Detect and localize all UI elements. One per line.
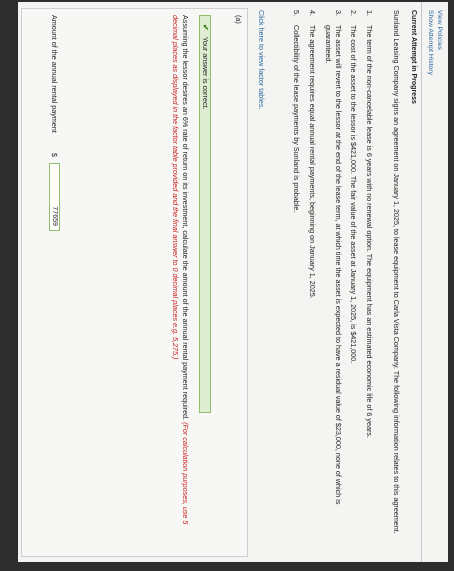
answer-row: Amount of the annual rental payment $ 77… bbox=[49, 15, 60, 231]
currency-symbol: $ bbox=[50, 152, 60, 157]
list-item: 2. The cost of the asset to the lessor is… bbox=[349, 10, 359, 540]
status-text: Your answer is correct. bbox=[200, 36, 210, 110]
question-prompt: Assuming the lessor desires an 6% rate o… bbox=[181, 15, 190, 421]
item-text: The agreement requires equal annual rent… bbox=[308, 25, 318, 299]
top-nav: View Policies Show Attempt History bbox=[426, 10, 444, 75]
factor-tables-link[interactable]: Click here to view factor tables. bbox=[256, 10, 266, 109]
divider bbox=[421, 2, 422, 562]
assignment-page: View Policies Show Attempt History Curre… bbox=[18, 2, 448, 562]
question-text: Assuming the lessor desires an 6% rate o… bbox=[171, 15, 190, 540]
screenshot-frame: View Policies Show Attempt History Curre… bbox=[0, 0, 454, 571]
problem-intro: Sunland Leasing Company signs an agreeme… bbox=[392, 10, 401, 534]
attempt-title: Current Attempt in Progress bbox=[410, 10, 417, 104]
list-item: 1. The term of the non-cancelable lease i… bbox=[364, 10, 374, 540]
part-a-panel: (a) ✔ Your answer is correct. Assuming t… bbox=[21, 8, 248, 557]
list-item: 3. The asset will revert to the lessor at… bbox=[323, 10, 343, 540]
show-attempt-history-link[interactable]: Show Attempt History bbox=[426, 10, 435, 75]
item-text: The cost of the asset to the lessor is $… bbox=[349, 25, 359, 364]
view-policies-link[interactable]: View Policies bbox=[435, 10, 444, 75]
rental-payment-input[interactable]: 77659 bbox=[49, 162, 60, 231]
checkmark-icon: ✔ bbox=[201, 24, 211, 31]
item-text: The term of the non-cancelable lease is … bbox=[365, 25, 374, 438]
list-item: 4. The agreement requires equal annual re… bbox=[307, 10, 317, 540]
correct-answer-banner: ✔ Your answer is correct. bbox=[199, 15, 211, 413]
item-number: 3. bbox=[333, 10, 343, 16]
item-number: 1. bbox=[365, 10, 374, 16]
lease-terms-list: 1. The term of the non-cancelable lease i… bbox=[286, 10, 374, 540]
item-text: Collectibility of the lease payments by … bbox=[292, 25, 302, 213]
item-number: 4. bbox=[308, 10, 318, 16]
item-text: The asset will revert to the lessor at t… bbox=[323, 25, 343, 505]
part-label: (a) bbox=[234, 15, 243, 24]
list-item: 5. Collectibility of the lease payments b… bbox=[292, 10, 302, 540]
item-number: 2. bbox=[349, 10, 359, 16]
answer-label: Amount of the annual rental payment bbox=[50, 15, 60, 133]
item-number: 5. bbox=[292, 10, 302, 16]
